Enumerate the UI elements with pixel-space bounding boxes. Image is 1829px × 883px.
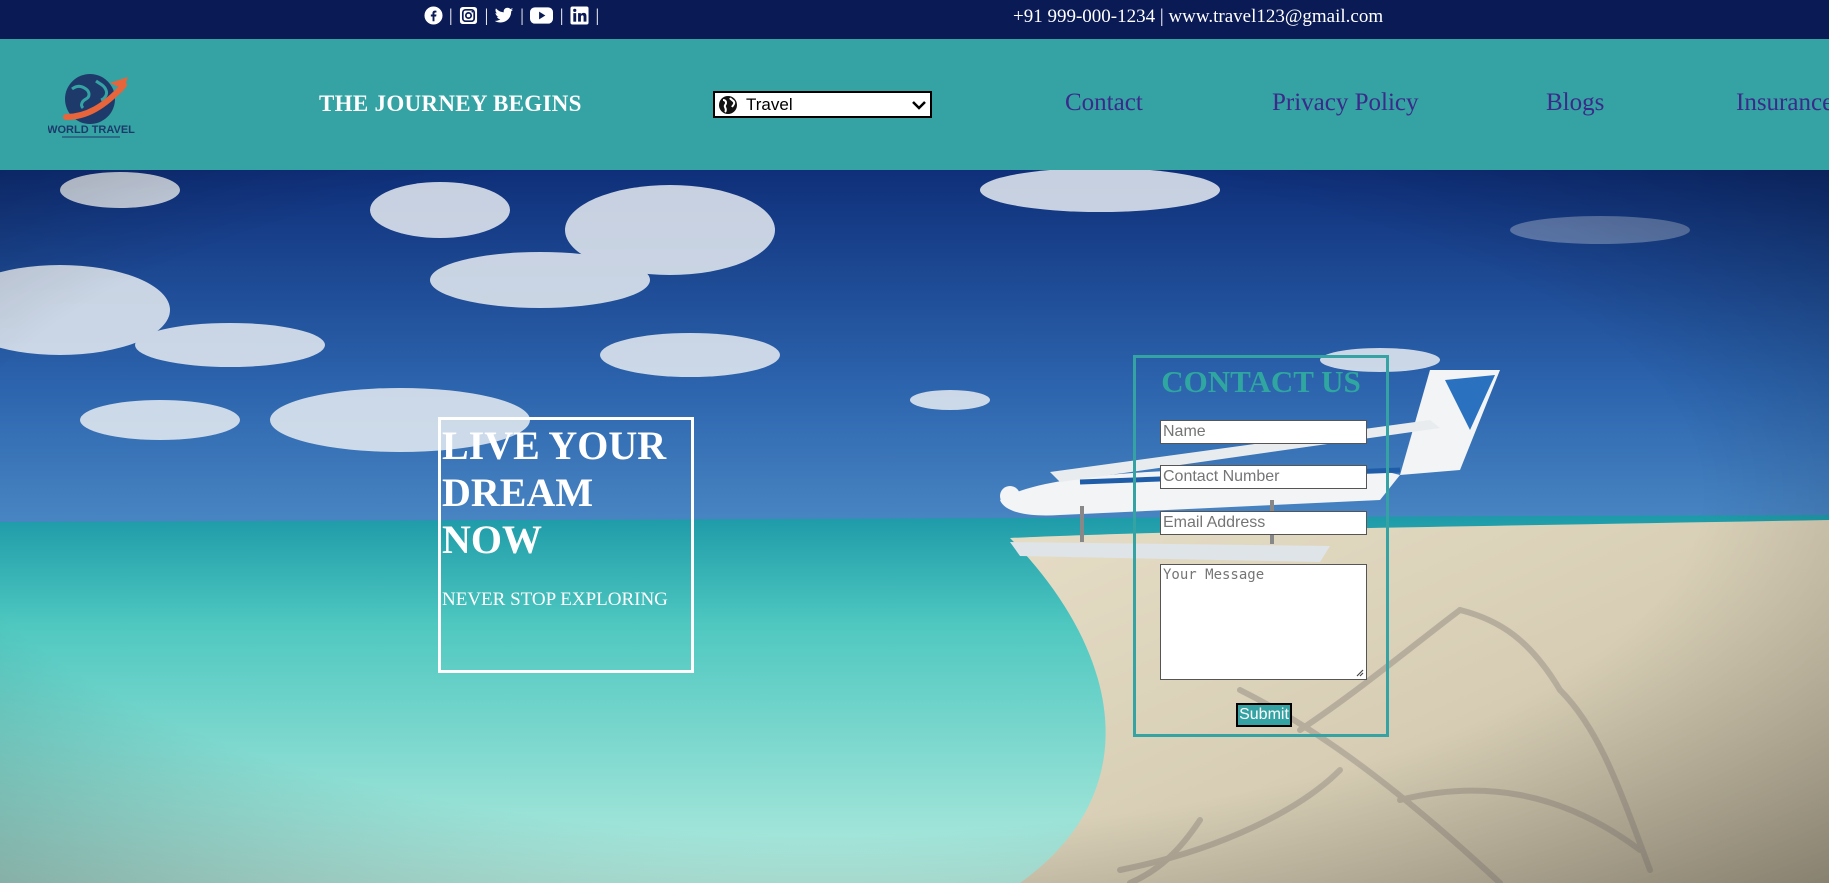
top-bar: | | | | | +91 999-000-1234 | www.travel1… xyxy=(0,0,1829,39)
nav-privacy-policy[interactable]: Privacy Policy xyxy=(1272,89,1419,117)
hero-title: LIVE YOUR DREAM NOW xyxy=(442,422,691,563)
hero-subtitle: NEVER STOP EXPLORING xyxy=(442,589,668,610)
nav-contact[interactable]: Contact xyxy=(1065,89,1143,117)
hero-title-line: DREAM xyxy=(442,470,594,515)
select-value: Travel xyxy=(746,94,793,114)
separator: | xyxy=(1159,6,1164,27)
submit-button[interactable]: Submit xyxy=(1236,703,1292,727)
email-input[interactable]: Email Address xyxy=(1160,511,1367,535)
globe-icon xyxy=(719,95,737,114)
instagram-icon[interactable] xyxy=(459,6,479,26)
twitter-icon[interactable] xyxy=(494,6,514,26)
tagline: THE JOURNEY BEGINS xyxy=(319,91,582,116)
hero-title-line: LIVE YOUR xyxy=(442,423,667,468)
email-address[interactable]: www.travel123@gmail.com xyxy=(1168,6,1383,27)
category-select[interactable]: Travel xyxy=(713,91,932,118)
svg-text:WORLD TRAVEL: WORLD TRAVEL xyxy=(48,124,135,136)
header: WORLD TRAVEL THE JOURNEY BEGINS Travel C… xyxy=(0,39,1829,170)
hero-banner-box: LIVE YOUR DREAM NOW NEVER STOP EXPLORING xyxy=(438,417,694,673)
chevron-down-icon xyxy=(912,100,926,110)
contact-info: +91 999-000-1234 | www.travel123@gmail.c… xyxy=(1013,6,1383,28)
message-placeholder: Your Message xyxy=(1163,567,1265,583)
contact-number-input[interactable]: Contact Number xyxy=(1160,465,1367,489)
facebook-icon[interactable] xyxy=(423,6,443,26)
phone-number[interactable]: +91 999-000-1234 xyxy=(1013,6,1155,27)
contact-form-title: CONTACT US xyxy=(1161,364,1361,399)
message-textarea[interactable]: Your Message xyxy=(1160,564,1367,680)
hero-title-line: NOW xyxy=(442,517,542,562)
nav-blogs[interactable]: Blogs xyxy=(1546,89,1604,117)
hero-section: LIVE YOUR DREAM NOW NEVER STOP EXPLORING… xyxy=(0,170,1829,883)
nav-insurance[interactable]: Insurance xyxy=(1736,89,1829,117)
hero-background-image xyxy=(0,170,1829,883)
resize-handle-icon[interactable] xyxy=(1354,667,1364,677)
separator: | xyxy=(449,5,453,25)
separator: | xyxy=(559,5,564,25)
youtube-icon[interactable] xyxy=(530,6,554,26)
linkedin-icon[interactable] xyxy=(569,6,589,26)
separator: | xyxy=(595,5,600,25)
name-input[interactable]: Name xyxy=(1160,420,1367,444)
separator: | xyxy=(484,5,489,25)
contact-form: CONTACT US Name Contact Number Email Add… xyxy=(1133,355,1389,737)
social-links: | | | | | xyxy=(423,5,600,26)
logo[interactable]: WORLD TRAVEL xyxy=(47,67,136,143)
separator: | xyxy=(520,5,524,25)
